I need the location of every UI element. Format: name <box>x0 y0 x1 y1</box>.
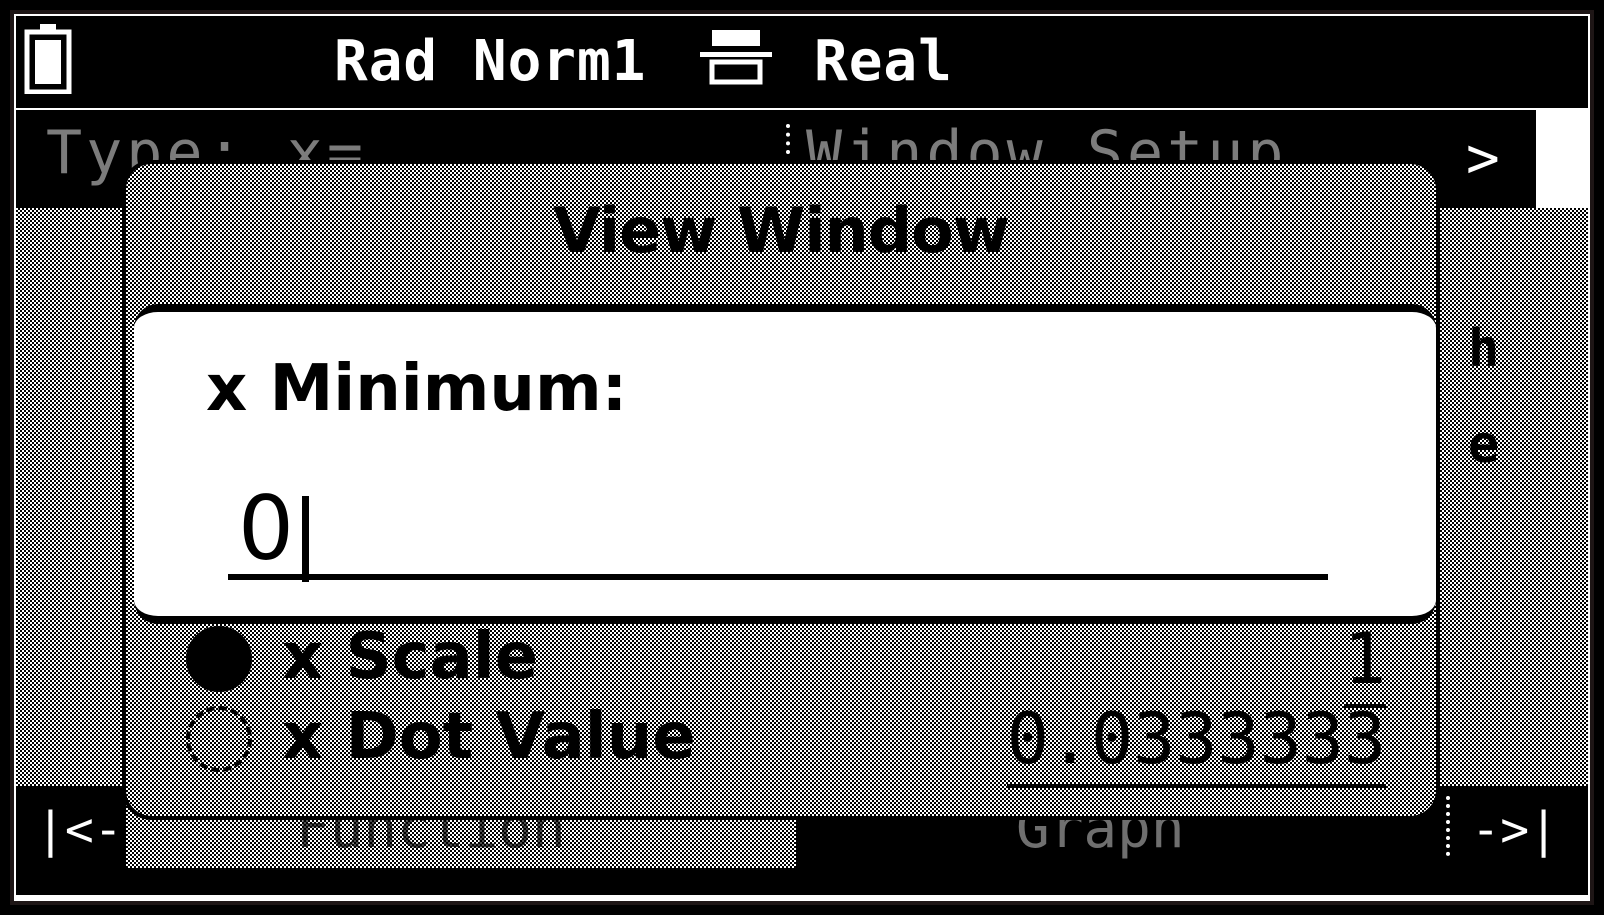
dialog-title: View Window <box>552 194 1010 267</box>
go-to-end-icon: ->| <box>1471 802 1558 858</box>
x-dot-value-value[interactable]: 0.0333333 <box>1006 698 1386 788</box>
side-tab-e: e <box>1468 415 1500 475</box>
radio-icon[interactable] <box>186 626 252 692</box>
battery-icon <box>24 24 72 94</box>
chevron-right-icon: > <box>1466 126 1500 191</box>
tab-separator <box>786 124 794 154</box>
x-dot-value-label: x Dot Value <box>282 700 696 774</box>
bottom-separator <box>1446 796 1450 856</box>
radio-icon[interactable] <box>186 706 252 772</box>
x-dot-value-row[interactable]: x Dot Value 0.0333333 <box>186 694 1386 788</box>
status-bar: Rad Norm1 Real <box>16 16 1588 111</box>
x-scale-row[interactable]: x Scale 1 <box>186 614 1386 708</box>
x-minimum-input[interactable] <box>228 482 1328 580</box>
background-side-tabs: h e <box>1468 306 1558 496</box>
input-panel: x Minimum: <box>134 304 1436 624</box>
x-scale-label: x Scale <box>282 620 539 694</box>
go-to-start-icon: |<- <box>36 802 123 858</box>
printer-icon <box>700 30 772 85</box>
text-cursor <box>302 496 309 582</box>
view-window-dialog: View Window x Scale 1 x Dot Value 0.0333… <box>122 160 1440 820</box>
complex-mode-indicator: Real <box>814 29 953 94</box>
angle-mode-indicator: Rad Norm1 <box>334 29 647 94</box>
side-tab-h: h <box>1468 319 1500 379</box>
x-minimum-label: x Minimum: <box>206 352 628 426</box>
